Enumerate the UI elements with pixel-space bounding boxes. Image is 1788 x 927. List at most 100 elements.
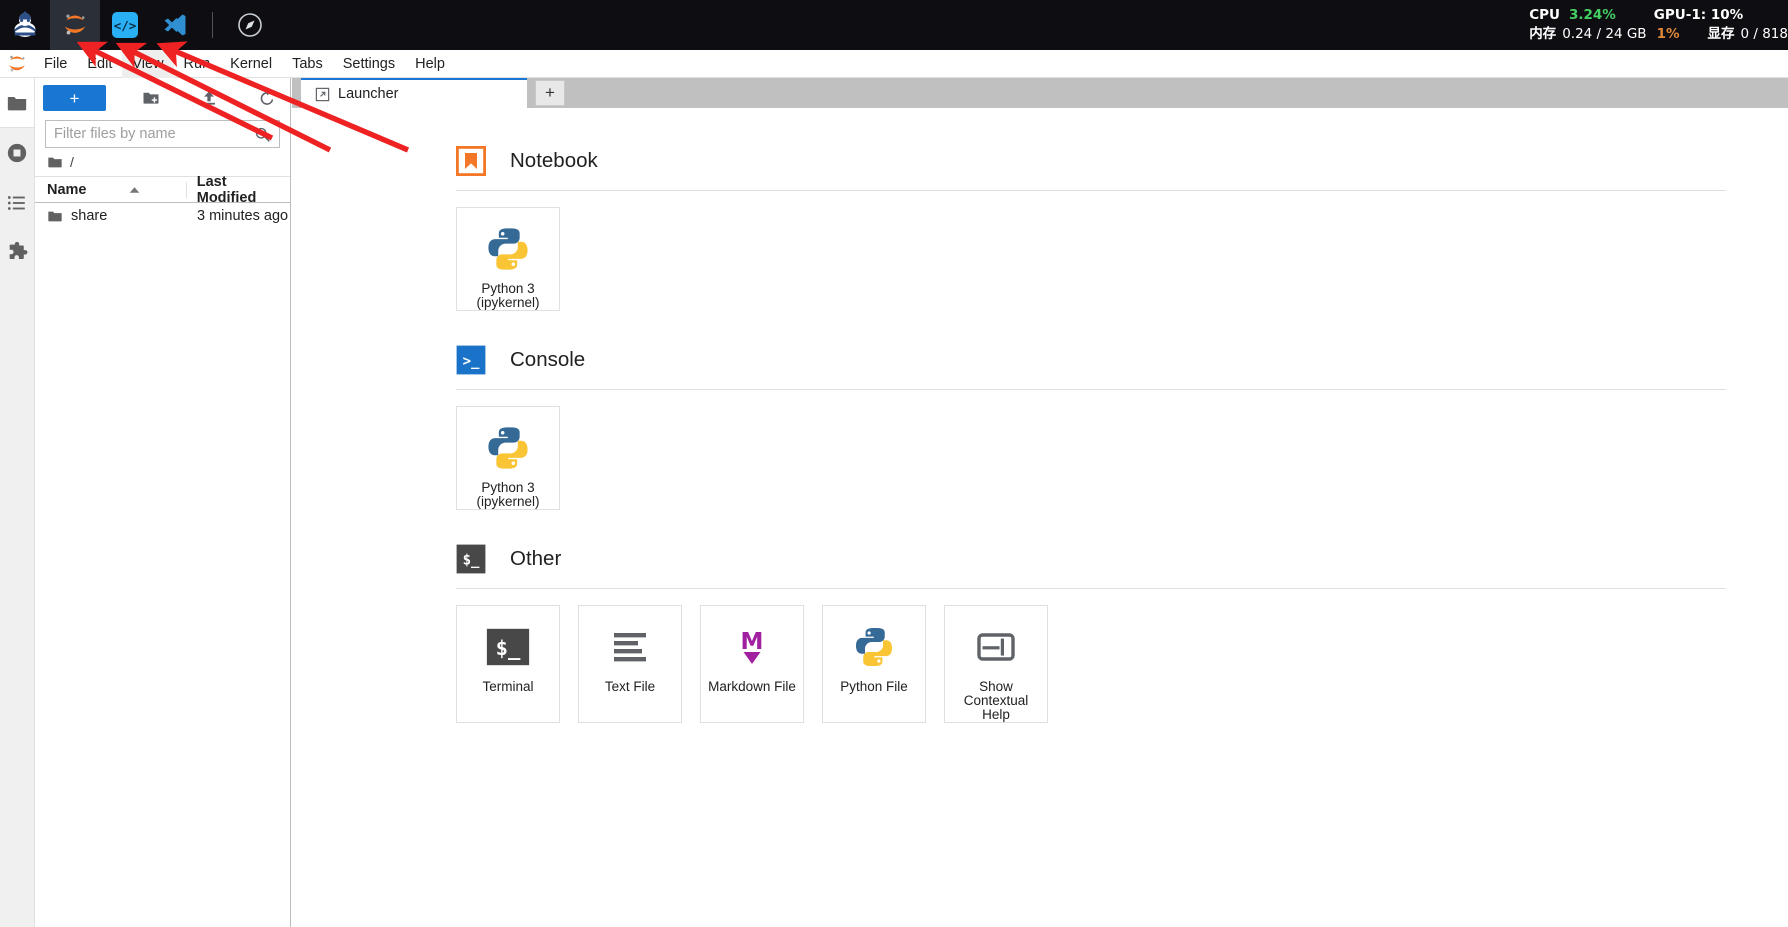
python-icon	[851, 620, 897, 674]
cpu-value: 3.24%	[1568, 7, 1616, 23]
menu-item-help[interactable]: Help	[405, 50, 455, 78]
launcher-section-other: $_ Other $_ Terminal Text File M Markdow…	[456, 544, 1788, 723]
menu-item-settings[interactable]: Settings	[333, 50, 405, 78]
list-icon	[7, 196, 25, 210]
file-browser-panel: + Filter files by name / Name Last Modif…	[35, 78, 291, 927]
launcher-section-notebook: Notebook Python 3 (ipykernel)	[456, 146, 1788, 311]
card-console-python3[interactable]: Python 3 (ipykernel)	[456, 406, 560, 510]
filter-files-input[interactable]	[46, 126, 254, 142]
app-icon-code-server[interactable]: </>	[100, 0, 150, 50]
new-launcher-button[interactable]: +	[43, 85, 106, 111]
card-notebook-python3[interactable]: Python 3 (ipykernel)	[456, 207, 560, 311]
notebook-bookmark-icon	[456, 146, 486, 176]
section-title-notebook: Notebook	[510, 149, 598, 172]
os-taskbar: </> CPU 3.24% GPU-1: 10% 内存 0.24 / 24 GB…	[0, 0, 1788, 50]
section-divider-other	[456, 588, 1726, 589]
section-header-notebook: Notebook	[456, 146, 1788, 176]
column-header-name: Name	[47, 181, 87, 198]
sidebar-item-running-kernels[interactable]	[0, 128, 34, 178]
memory-label: 内存	[1529, 26, 1557, 42]
menu-bar: File Edit View Run Kernel Tabs Settings …	[0, 49, 1788, 78]
cpu-label: CPU	[1529, 7, 1560, 23]
breadcrumb[interactable]: /	[35, 148, 290, 176]
launcher-icon	[315, 87, 330, 101]
card-row-other: $_ Terminal Text File M Markdown File Py…	[456, 605, 1788, 723]
card-label: Markdown File	[708, 679, 796, 694]
new-tab-button[interactable]: +	[535, 80, 565, 106]
file-row-name: share	[71, 208, 108, 224]
file-filter-box[interactable]	[45, 120, 280, 148]
section-title-other: Other	[510, 547, 562, 570]
section-divider-console	[456, 389, 1726, 390]
folder-icon	[48, 211, 62, 222]
menu-item-tabs[interactable]: Tabs	[282, 50, 333, 78]
python-icon	[483, 421, 533, 475]
sidebar-item-commands[interactable]	[0, 178, 34, 228]
puzzle-icon	[9, 242, 28, 260]
menu-item-kernel[interactable]: Kernel	[220, 50, 282, 78]
app-icon-jupyterlab[interactable]	[50, 0, 100, 50]
vram-value: 0 / 818	[1740, 26, 1788, 42]
refresh-button[interactable]	[252, 85, 282, 111]
card-terminal[interactable]: $_ Terminal	[456, 605, 560, 723]
left-activity-bar	[0, 78, 35, 927]
sidebar-item-extensions[interactable]	[0, 228, 34, 278]
breadcrumb-path: /	[70, 154, 74, 170]
menu-item-edit[interactable]: Edit	[77, 50, 122, 78]
table-row[interactable]: share 3 minutes ago	[35, 203, 290, 229]
column-header-name-wrap[interactable]: Name	[35, 181, 187, 198]
file-row-last-modified: 3 minutes ago	[197, 208, 289, 224]
refresh-icon	[260, 90, 274, 105]
card-python-file[interactable]: Python File	[822, 605, 926, 723]
menu-item-run[interactable]: Run	[174, 50, 221, 78]
jupyterhub-icon	[14, 11, 36, 37]
card-label: Python File	[840, 679, 908, 694]
main-dock-area: Launcher + Notebook Python 3 (ipykernel)…	[292, 78, 1788, 927]
sidebar-item-file-browser[interactable]	[0, 78, 34, 128]
menu-item-file[interactable]: File	[34, 50, 77, 78]
upload-button[interactable]	[194, 85, 224, 111]
card-row-notebook: Python 3 (ipykernel)	[456, 207, 1788, 311]
launcher-section-console: >_ Console Python 3 (ipykernel)	[456, 345, 1788, 510]
app-icon-jupyterhub[interactable]	[0, 0, 50, 50]
file-list: share 3 minutes ago	[35, 203, 290, 927]
vscode-icon	[164, 14, 186, 36]
vram-label: 显存	[1707, 26, 1735, 42]
tab-bar: Launcher +	[292, 78, 1788, 108]
app-icon-vscode[interactable]	[150, 0, 200, 50]
folder-icon	[7, 96, 27, 110]
app-icon-compass[interactable]	[225, 0, 275, 50]
compass-icon	[238, 13, 262, 37]
system-monitor: CPU 3.24% GPU-1: 10% 内存 0.24 / 24 GB 1% …	[1519, 3, 1788, 47]
svg-text:M: M	[741, 629, 764, 655]
python-icon	[483, 222, 533, 276]
contextual-help-icon	[974, 620, 1018, 674]
section-divider-notebook	[456, 190, 1726, 191]
card-contextual-help[interactable]: Show Contextual Help	[944, 605, 1048, 723]
gpu-label: GPU-1: 10%	[1653, 7, 1744, 23]
card-label: Show Contextual Help	[963, 678, 1029, 722]
text-lines-icon	[608, 620, 652, 674]
card-label: Text File	[604, 679, 656, 694]
tab-launcher[interactable]: Launcher	[301, 78, 527, 108]
card-label: Python 3 (ipykernel)	[476, 280, 540, 310]
new-folder-button[interactable]	[136, 85, 166, 111]
menu-item-view[interactable]: View	[122, 49, 174, 78]
svg-text:>_: >_	[463, 354, 480, 370]
system-monitor-row-cpu: CPU 3.24% GPU-1: 10%	[1529, 6, 1788, 25]
card-markdown-file[interactable]: M Markdown File	[700, 605, 804, 723]
jupyter-logo-icon	[0, 50, 34, 78]
card-label: Python 3 (ipykernel)	[476, 479, 540, 509]
card-text-file[interactable]: Text File	[578, 605, 682, 723]
column-header-last-modified[interactable]: Last Modified	[187, 174, 290, 206]
svg-text:</>: </>	[114, 18, 137, 33]
new-folder-icon	[143, 92, 159, 104]
file-browser-toolbar: +	[35, 78, 290, 118]
stop-circle-icon	[7, 143, 27, 163]
card-label: Terminal	[482, 679, 534, 694]
section-header-console: >_ Console	[456, 345, 1788, 375]
memory-percent: 1%	[1656, 26, 1680, 42]
memory-value: 0.24 / 24 GB	[1562, 26, 1647, 42]
section-header-other: $_ Other	[456, 544, 1788, 574]
svg-text:$_: $_	[463, 553, 480, 569]
